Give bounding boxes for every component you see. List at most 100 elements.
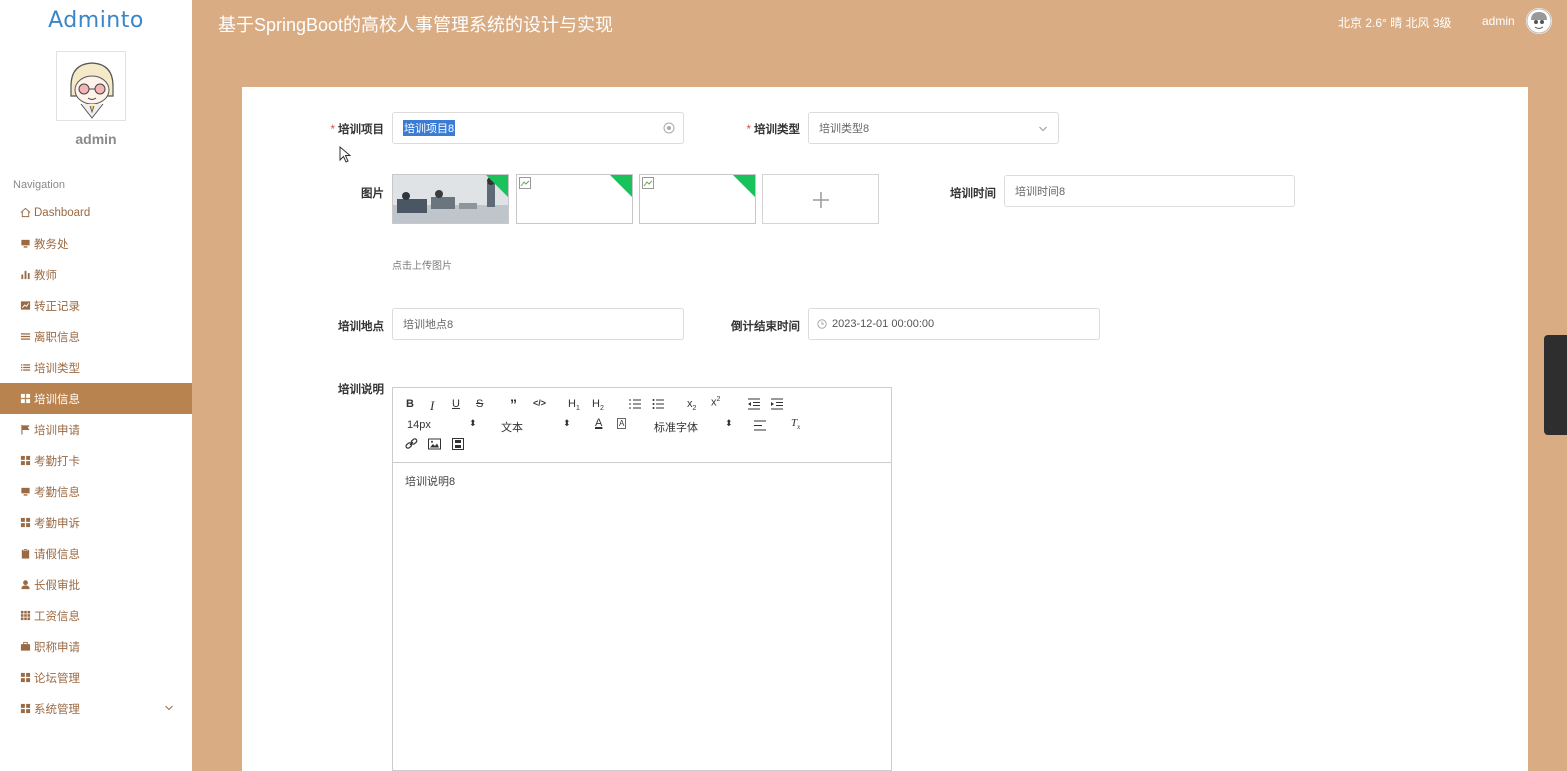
header-avatar[interactable] [1526, 8, 1552, 34]
sidebar-item-label: 长假审批 [34, 579, 80, 592]
video-icon[interactable] [452, 438, 464, 450]
upload-hint[interactable]: 点击上传图片 [392, 257, 452, 272]
project-input[interactable]: 培训项目8 [392, 112, 684, 144]
editor-content[interactable]: 培训说明8 [393, 463, 891, 499]
sidebar-item-regularization[interactable]: 转正记录 [0, 290, 192, 321]
type-select[interactable]: 培训类型8 [808, 112, 1059, 144]
location-input[interactable]: 培训地点8 [392, 308, 684, 340]
flag-icon [21, 424, 30, 435]
line-chart-icon [20, 301, 31, 310]
strike-icon[interactable]: S [476, 398, 483, 410]
countdown-datetime-input[interactable]: 2023-12-01 00:00:00 [808, 308, 1100, 340]
form-card: * 培训项目 培训项目8 * 培训类型 培训类型8 图片 培训时间 培训时间8 … [242, 87, 1528, 771]
sidebar-item-label: 转正记录 [34, 300, 80, 313]
sidebar-item-leave-info[interactable]: 请假信息 [0, 538, 192, 569]
font-family-select[interactable]: 标准字体 [654, 419, 698, 435]
sidebar-item-label: 离职信息 [34, 331, 80, 344]
sidebar-item-label: 培训类型 [34, 362, 80, 375]
image-icon[interactable] [428, 438, 441, 450]
sidebar-item-label: 论坛管理 [34, 672, 80, 685]
sidebar-item-salary-info[interactable]: 工资信息 [0, 600, 192, 631]
sidebar-item-long-leave-approval[interactable]: 长假审批 [0, 569, 192, 600]
text-style-arrows-icon: ⬍ [563, 418, 571, 428]
clear-icon[interactable] [663, 122, 675, 134]
sidebar-user-name: admin [75, 131, 117, 147]
project-input-value: 培训项目8 [403, 120, 456, 136]
sidebar-item-label: 培训申请 [34, 424, 80, 437]
heading2-icon[interactable]: H2 [592, 398, 604, 412]
ordered-list-icon[interactable] [629, 398, 642, 410]
sidebar-item-label: 请假信息 [34, 548, 80, 561]
upload-image-button[interactable] [762, 174, 879, 224]
user-icon [21, 580, 30, 590]
sidebar-item-system[interactable]: 系统管理 [0, 693, 192, 724]
countdown-value: 2023-12-01 00:00:00 [832, 318, 935, 330]
background-color-icon[interactable]: A [617, 418, 627, 429]
align-icon[interactable] [754, 420, 766, 431]
sidebar-item-label: 考勤打卡 [34, 455, 80, 468]
uploaded-image-2[interactable] [516, 174, 633, 224]
sidebar-item-training-info[interactable]: 培训信息 [0, 383, 192, 414]
rich-text-editor: B I U S ” </> H1 H2 x2 x2 14px ⬍ 文本 ⬍ A … [392, 387, 892, 771]
uploaded-badge [610, 175, 632, 197]
italic-icon[interactable]: I [430, 398, 434, 414]
monitor-icon [21, 239, 30, 248]
clock-icon [817, 319, 827, 329]
grid-icon [20, 393, 31, 404]
grid-icon [20, 455, 31, 466]
top-bar: 基于SpringBoot的高校人事管理系统的设计与实现 北京 2.6° 晴 北风… [192, 0, 1567, 48]
location-input-value: 培训地点8 [403, 319, 454, 331]
clear-format-icon[interactable]: Tx [791, 417, 800, 431]
text-style-select[interactable]: 文本 [501, 419, 523, 435]
briefcase-icon [20, 641, 31, 651]
sidebar-item-training-apply[interactable]: 培训申请 [0, 414, 192, 445]
underline-icon[interactable]: U [452, 398, 460, 410]
font-color-icon[interactable]: A [595, 417, 602, 429]
header-user-name[interactable]: admin [1482, 14, 1515, 28]
time-input-value: 培训时间8 [1015, 186, 1066, 198]
nav-section-title: Navigation [13, 179, 65, 191]
sidebar-item-academic-office[interactable]: 教务处 [0, 228, 192, 259]
superscript-icon[interactable]: x2 [711, 396, 720, 409]
chevron-down-icon [1039, 126, 1047, 132]
sidebar-item-label: 培训信息 [34, 393, 80, 406]
indent-icon[interactable] [770, 398, 784, 410]
sidebar-item-label: 工资信息 [34, 610, 80, 623]
font-family-arrows-icon: ⬍ [725, 418, 733, 428]
sidebar-item-teachers[interactable]: 教师 [0, 259, 192, 290]
clipboard-icon [21, 548, 30, 559]
image-label: 图片 [361, 188, 384, 200]
sidebar-item-label: Dashboard [34, 206, 91, 219]
plus-icon [813, 192, 829, 208]
grid-icon [20, 672, 31, 683]
sidebar-item-label: 教师 [34, 269, 57, 282]
uploaded-image-3[interactable] [639, 174, 756, 224]
sidebar-item-attendance-info[interactable]: 考勤信息 [0, 476, 192, 507]
sidebar-item-title-apply[interactable]: 职称申请 [0, 631, 192, 662]
sidebar-item-resignation[interactable]: 离职信息 [0, 321, 192, 352]
sidebar-item-attendance-appeal[interactable]: 考勤申诉 [0, 507, 192, 538]
link-icon[interactable] [405, 438, 418, 450]
font-size-select[interactable]: 14px [407, 419, 431, 431]
time-label: 培训时间 [950, 188, 996, 200]
bullet-list-icon[interactable] [652, 398, 665, 410]
time-input[interactable]: 培训时间8 [1004, 175, 1295, 207]
side-panel-handle[interactable] [1544, 335, 1567, 435]
sidebar-item-dashboard[interactable]: Dashboard [0, 197, 192, 228]
chevron-down-icon[interactable] [164, 703, 174, 713]
location-label: 培训地点 [338, 321, 384, 333]
subscript-icon[interactable]: x2 [687, 398, 696, 412]
uploaded-image-1[interactable] [392, 174, 509, 224]
uploaded-badge [486, 175, 508, 197]
grid-icon [20, 703, 31, 714]
outdent-icon[interactable] [747, 398, 761, 410]
code-block-icon[interactable]: </> [533, 398, 546, 408]
sidebar-item-forum[interactable]: 论坛管理 [0, 662, 192, 693]
app-logo[interactable]: Adminto [0, 8, 192, 33]
blockquote-icon[interactable]: ” [510, 396, 517, 412]
sidebar-item-label: 系统管理 [34, 703, 80, 716]
bold-icon[interactable]: B [406, 398, 414, 410]
heading1-icon[interactable]: H1 [568, 398, 580, 412]
sidebar-item-training-type[interactable]: 培训类型 [0, 352, 192, 383]
sidebar-item-attendance-checkin[interactable]: 考勤打卡 [0, 445, 192, 476]
